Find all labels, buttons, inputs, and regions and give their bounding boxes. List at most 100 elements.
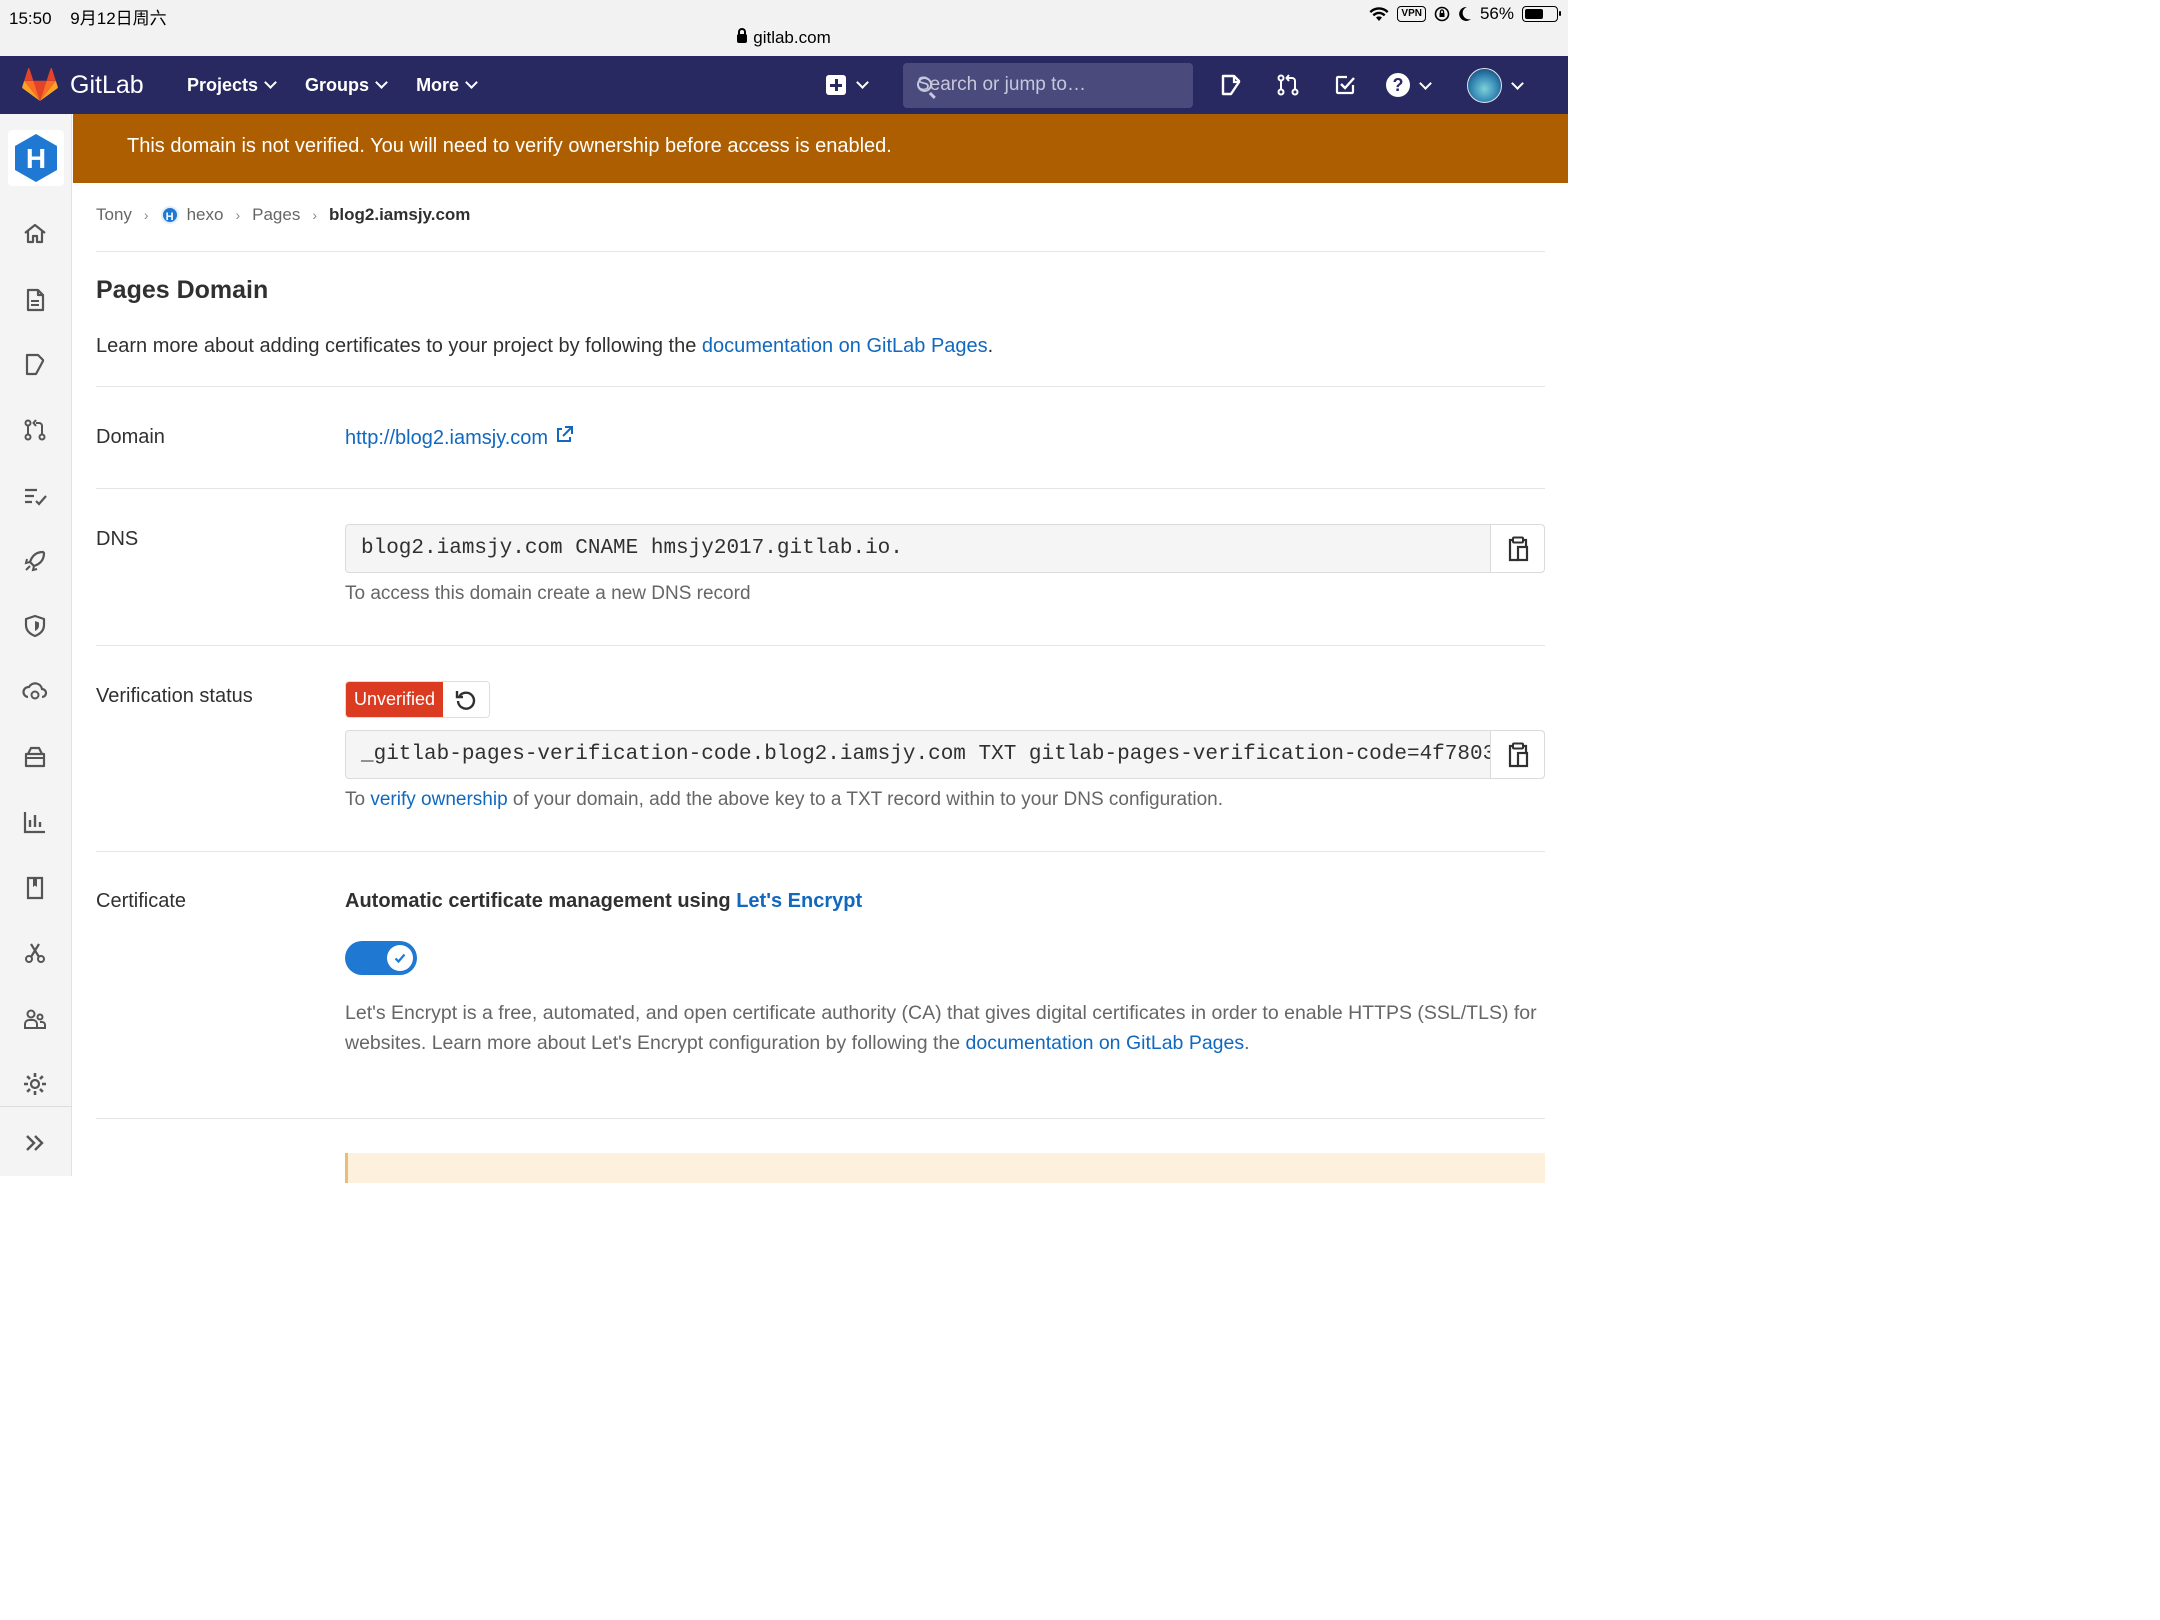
gitlab-brand: GitLab [70,70,144,99]
package-icon[interactable] [22,744,48,770]
verification-label: Verification status [96,685,253,707]
breadcrumb-hexo: hexo [186,205,224,224]
retry-verification-button[interactable] [443,682,490,717]
nav-projects[interactable]: Projects [187,75,277,96]
requirements-icon[interactable] [22,483,48,509]
nav-groups-label: Groups [305,74,370,95]
help-icon[interactable]: ? [1386,73,1410,97]
chevron-down-icon [264,75,277,89]
toggle-knob [387,945,413,971]
domain-url[interactable]: http://blog2.iamsjy.com [345,427,548,449]
rocket-icon[interactable] [22,548,48,574]
divider [96,645,1545,646]
breadcrumb-pages[interactable]: Pages [252,205,300,225]
chevron-right-icon: › [143,207,149,223]
battery-percent: 56% [1479,4,1514,23]
operations-cloud-icon[interactable] [22,679,48,705]
wifi-icon [1369,6,1389,21]
verification-record-value[interactable]: _gitlab-pages-verification-code.blog2.ia… [361,743,1508,766]
certificate-label: Certificate [96,890,187,912]
divider [96,851,1545,852]
clipboard-icon [1508,742,1528,767]
home-icon[interactable] [22,221,48,247]
retry-icon [455,690,476,710]
verification-record-field[interactable]: _gitlab-pages-verification-code.blog2.ia… [345,730,1545,779]
chevron-right-icon: › [235,207,241,223]
wiki-book-icon[interactable] [22,875,48,901]
dns-record-field[interactable]: blog2.iamsjy.com CNAME hmsjy2017.gitlab.… [345,524,1545,573]
chevron-down-icon[interactable] [1419,77,1432,90]
merge-requests-icon[interactable] [1276,73,1300,97]
verify-ownership-link[interactable]: verify ownership [370,789,507,810]
dns-record-value[interactable]: blog2.iamsjy.com CNAME hmsjy2017.gitlab.… [361,537,903,560]
breadcrumb-tony[interactable]: Tony [96,205,132,225]
collapse-sidebar-icon[interactable] [22,1130,48,1156]
vpn-badge: VPN [1397,6,1426,22]
todos-icon[interactable] [1333,73,1357,97]
verification-help-suffix: of your domain, add the above key to a T… [507,789,1223,810]
chevron-down-icon [375,75,388,89]
verification-status-group: Unverified [345,681,491,718]
external-link-icon [556,426,573,442]
page-lead: Learn more about adding certificates to … [96,335,993,358]
project-sidebar: H [0,114,72,1176]
repository-icon[interactable] [22,287,48,313]
unverified-badge: Unverified [346,682,444,717]
gitlab-logo-link[interactable]: GitLab [22,68,144,102]
domain-link[interactable]: http://blog2.iamsjy.com [345,425,574,450]
search-icon [917,77,932,92]
sidebar-divider [0,1106,72,1107]
search-placeholder: Search or jump to… [917,74,1086,95]
dns-label: DNS [96,528,139,550]
issues-icon[interactable] [1219,73,1243,97]
orientation-lock-icon [1434,6,1450,22]
dns-help-text: To access this domain create a new DNS r… [345,583,751,604]
copy-dns-button[interactable] [1490,525,1544,572]
snippets-scissors-icon[interactable] [22,940,48,966]
merge-requests-icon[interactable] [22,417,48,443]
nav-more[interactable]: More [416,75,478,96]
gitlab-tanuki-icon [22,68,58,101]
user-avatar[interactable] [1467,68,1502,103]
divider [96,251,1545,252]
cert-title: Automatic certificate management using L… [345,890,862,913]
clipboard-icon [1508,536,1528,561]
copy-verification-button[interactable] [1490,731,1544,778]
project-avatar[interactable]: H [8,130,64,186]
battery-icon [1522,6,1561,22]
divider [96,1118,1545,1119]
auto-ssl-toggle[interactable] [345,941,417,975]
lock-icon [737,28,748,43]
plus-square-icon [826,75,846,95]
breadcrumb-current[interactable]: blog2.iamsjy.com [329,205,470,225]
lets-encrypt-link[interactable]: Let's Encrypt [736,890,862,912]
hexagon-project-icon: H [15,134,57,182]
search-input[interactable]: Search or jump to… [903,63,1193,108]
new-item-dropdown[interactable] [826,56,869,114]
breadcrumb-hexo-link[interactable]: H hexo [160,205,224,225]
verification-help-prefix: To [345,789,371,810]
shield-icon[interactable] [22,613,48,639]
members-icon[interactable] [22,1006,48,1032]
issues-icon[interactable] [22,352,48,378]
analytics-chart-icon[interactable] [22,809,48,835]
cert-description: Let's Encrypt is a free, automated, and … [345,998,1545,1058]
docs-link[interactable]: documentation on GitLab Pages [702,335,988,357]
chevron-down-icon [856,75,869,89]
cert-desc-suffix: . [1244,1032,1250,1054]
domain-label: Domain [96,426,165,448]
nav-groups[interactable]: Groups [305,74,388,96]
address-bar[interactable]: gitlab.com [0,28,1568,48]
cert-docs-link[interactable]: documentation on GitLab Pages [966,1032,1245,1054]
cert-desc-text: Let's Encrypt is a free, automated, and … [345,1002,1537,1054]
chevron-right-icon: › [312,207,318,223]
cert-title-text: Automatic certificate management using [345,890,737,912]
breadcrumb: Tony › H hexo › Pages › blog2.iamsjy.com [96,205,470,225]
chevron-down-icon[interactable] [1511,77,1524,90]
page-title: Pages Domain [96,276,269,304]
status-time: 15:50 [9,9,52,28]
unverified-domain-banner: This domain is not verified. You will ne… [73,114,1568,183]
url-text[interactable]: gitlab.com [753,28,830,47]
ios-status-bar: 15:50 9月12日周六 VPN 56% gitlab.com [0,0,1568,56]
settings-gear-icon[interactable] [22,1071,48,1097]
